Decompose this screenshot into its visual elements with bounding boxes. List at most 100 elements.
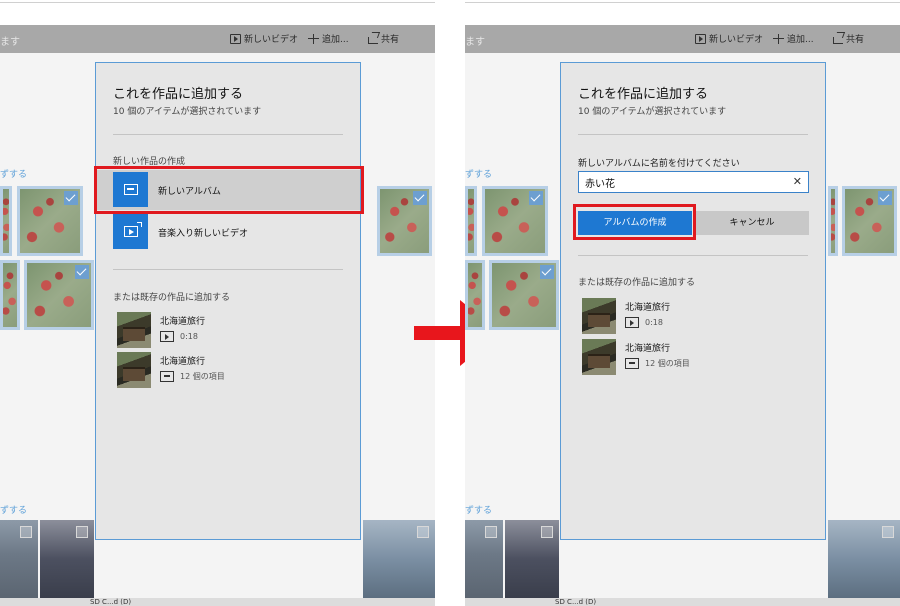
dialog-title: これを作品に追加する: [113, 87, 244, 102]
collection-section-label: ずする: [0, 170, 28, 180]
checkmark-icon: [413, 191, 427, 205]
share-icon: [833, 36, 843, 44]
album-name-input[interactable]: [579, 172, 779, 192]
add-to-creation-dialog: これを作品に追加する 10 個のアイテムが選択されています 新しいアルバムに名前…: [560, 62, 826, 540]
train-thumbnail: [582, 298, 616, 334]
photo-thumbnail[interactable]: [465, 520, 503, 598]
divider: [113, 269, 343, 270]
checkmark-icon: [529, 191, 543, 205]
photo-thumbnail[interactable]: [465, 186, 477, 256]
existing-video-item[interactable]: 北海道旅行 0:18: [113, 312, 343, 348]
photo-thumbnail[interactable]: [363, 520, 435, 598]
album-name-field[interactable]: ✕: [578, 171, 809, 193]
new-video-command[interactable]: 新しいビデオ: [695, 32, 763, 45]
photo-thumbnail[interactable]: [489, 260, 559, 330]
add-to-creation-dialog: これを作品に追加する 10 個のアイテムが選択されています 新しい作品の作成 新…: [95, 62, 361, 540]
photo-thumbnail[interactable]: [828, 186, 838, 256]
screen-before: ます 新しいビデオ 追加... 共有 ずする ずする SD C...d (D) …: [0, 0, 435, 606]
photo-thumbnail[interactable]: [17, 186, 83, 256]
add-command[interactable]: 追加...: [773, 32, 814, 45]
dialog-subtitle: 10 個のアイテムが選択されています: [578, 107, 727, 117]
highlight-box: [573, 204, 696, 240]
photo-thumbnail[interactable]: [0, 260, 20, 330]
checkmark-icon: [75, 265, 89, 279]
photo-thumbnail[interactable]: [465, 260, 485, 330]
collection-section-label: ずする: [0, 506, 28, 516]
add-label: 追加...: [787, 35, 814, 45]
train-thumbnail: [117, 352, 151, 388]
select-box-icon: [417, 526, 429, 538]
taskbar: SD C...d (D): [0, 598, 435, 606]
video-icon: [160, 331, 174, 342]
select-box-icon: [20, 526, 32, 538]
train-thumbnail: [582, 339, 616, 375]
select-box-icon: [541, 526, 553, 538]
highlight-box: [94, 166, 364, 214]
dialog-subtitle: 10 個のアイテムが選択されています: [113, 107, 262, 117]
photo-thumbnail[interactable]: [828, 520, 900, 598]
photo-thumbnail[interactable]: [0, 186, 12, 256]
checkmark-icon: [878, 191, 892, 205]
add-command[interactable]: 追加...: [308, 32, 349, 45]
existing-item-name: 北海道旅行: [625, 303, 671, 313]
photo-thumbnail[interactable]: [40, 520, 94, 598]
divider: [113, 134, 343, 135]
share-command[interactable]: 共有: [833, 32, 864, 45]
video-icon: [230, 33, 241, 44]
video-tile: [113, 214, 148, 249]
album-icon: [160, 371, 174, 382]
photo-thumbnail[interactable]: [377, 186, 432, 256]
dialog-title: これを作品に追加する: [578, 87, 709, 102]
divider: [578, 255, 808, 256]
train-thumbnail: [117, 312, 151, 348]
share-label: 共有: [381, 35, 400, 45]
taskbar: SD C...d (D): [465, 598, 900, 606]
existing-creation-label: または既存の作品に追加する: [578, 278, 696, 288]
window-top-border: [0, 0, 435, 3]
share-icon: [368, 36, 378, 44]
existing-item-meta: 0:18: [180, 332, 198, 341]
checkmark-icon: [64, 191, 78, 205]
existing-item-name: 北海道旅行: [160, 357, 206, 367]
clear-icon[interactable]: ✕: [793, 175, 802, 188]
collection-section-label: ずする: [465, 170, 493, 180]
existing-album-item[interactable]: 北海道旅行 12 個の項目: [113, 352, 343, 388]
new-video-label: 新しいビデオ: [244, 35, 299, 45]
share-label: 共有: [846, 35, 865, 45]
photo-thumbnail[interactable]: [505, 520, 559, 598]
app-command-bar: ます 新しいビデオ 追加... 共有: [0, 25, 435, 53]
select-box-icon: [882, 526, 894, 538]
collection-section-label: ずする: [465, 506, 493, 516]
photo-thumbnail[interactable]: [0, 520, 38, 598]
video-icon: [625, 317, 639, 328]
album-icon: [625, 358, 639, 369]
new-video-option-label: 音楽入り新しいビデオ: [158, 229, 249, 239]
existing-album-item[interactable]: 北海道旅行 12 個の項目: [578, 339, 808, 375]
window-top-border: [465, 0, 900, 3]
new-video-command[interactable]: 新しいビデオ: [230, 32, 298, 45]
video-with-music-icon: [124, 222, 142, 237]
album-name-label: 新しいアルバムに名前を付けてください: [578, 159, 740, 169]
plus-icon: [308, 33, 319, 44]
app-command-bar: ます 新しいビデオ 追加... 共有: [465, 25, 900, 53]
new-video-label: 新しいビデオ: [709, 35, 764, 45]
screen-after: ます 新しいビデオ 追加... 共有 ずする ずする SD C...d (D) …: [465, 0, 900, 606]
checkmark-icon: [540, 265, 554, 279]
plus-icon: [773, 33, 784, 44]
cancel-button[interactable]: キャンセル: [695, 211, 809, 235]
existing-item-name: 北海道旅行: [160, 317, 206, 327]
divider: [578, 134, 808, 135]
new-video-option[interactable]: 音楽入り新しいビデオ: [96, 212, 360, 252]
existing-video-item[interactable]: 北海道旅行 0:18: [578, 298, 808, 334]
share-command[interactable]: 共有: [368, 32, 399, 45]
existing-item-meta: 12 個の項目: [645, 359, 690, 368]
appbar-cut-text: ます: [465, 37, 485, 48]
appbar-cut-text: ます: [0, 37, 20, 48]
existing-item-name: 北海道旅行: [625, 344, 671, 354]
photo-thumbnail[interactable]: [482, 186, 548, 256]
existing-creation-label: または既存の作品に追加する: [113, 293, 231, 303]
existing-item-meta: 12 個の項目: [180, 372, 225, 381]
photo-thumbnail[interactable]: [24, 260, 94, 330]
photo-thumbnail[interactable]: [842, 186, 897, 256]
select-box-icon: [76, 526, 88, 538]
